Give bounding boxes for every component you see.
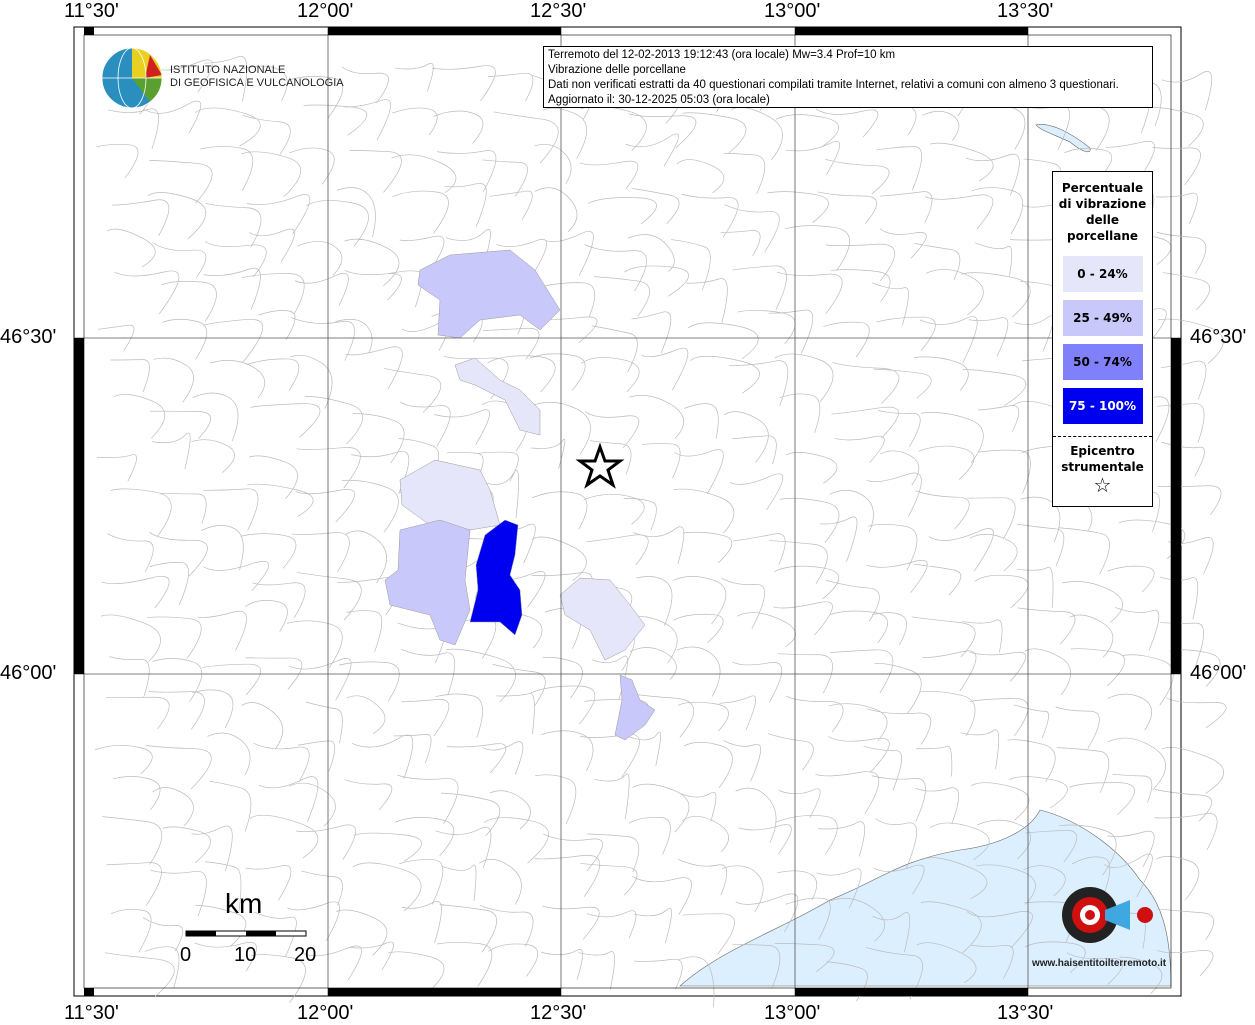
lat-label: 46°00' <box>1190 662 1247 684</box>
legend-title-line: delle <box>1085 213 1120 227</box>
legend-class: 75 - 100% <box>1062 388 1143 424</box>
brand-text[interactable]: www.haisentitoilterremoto.it <box>1032 958 1166 969</box>
legend-class: 25 - 49% <box>1062 300 1143 336</box>
event-info-box: Terremoto del 12-02-2013 19:12:43 (ora l… <box>543 46 1153 108</box>
logo-line: ISTITUTO NAZIONALE <box>170 64 286 76</box>
legend-epicenter-line: Epicentro <box>1070 444 1135 458</box>
legend: Percentuale di vibrazione delle porcella… <box>1052 171 1153 507</box>
scale-tick: 0 <box>180 944 192 966</box>
lon-label: 11°30' <box>64 1002 119 1024</box>
update-time: Aggiornato il: 30-12-2025 05:03 (ora loc… <box>548 94 770 106</box>
lon-label: 12°30' <box>530 1002 587 1024</box>
lon-label: 13°00' <box>764 0 821 22</box>
lon-label: 13°30' <box>997 0 1054 22</box>
lat-label: 46°30' <box>0 326 57 348</box>
map-canvas[interactable] <box>0 0 1255 1024</box>
scale-tick: 10 <box>234 944 257 966</box>
legend-class: 50 - 74% <box>1062 344 1143 380</box>
event-title: Terremoto del 12-02-2013 19:12:43 (ora l… <box>548 49 896 61</box>
scale-bar <box>185 930 307 937</box>
ingv-logo-icon <box>101 47 163 109</box>
scale-tick: 20 <box>294 944 317 966</box>
map-subject: Vibrazione delle porcellane <box>548 64 686 76</box>
lon-label: 13°00' <box>764 1002 821 1024</box>
lon-label: 12°00' <box>297 0 354 22</box>
lon-label: 12°30' <box>530 0 587 22</box>
logo-line: DI GEOFISICA E VULCANOLOGIA <box>170 77 344 89</box>
legend-title-line: di vibrazione <box>1058 197 1147 211</box>
legend-title: Percentuale di vibrazione delle porcella… <box>1053 180 1152 244</box>
lon-label: 12°00' <box>297 1002 354 1024</box>
lon-label: 13°30' <box>997 1002 1054 1024</box>
data-note: Dati non verificati estratti da 40 quest… <box>548 79 1119 91</box>
ingv-logo-text: ISTITUTO NAZIONALE DI GEOFISICA E VULCAN… <box>170 64 344 90</box>
legend-class: 0 - 24% <box>1062 256 1143 292</box>
legend-epicenter: Epicentro strumentale ☆ <box>1053 436 1152 497</box>
star-icon: ☆ <box>1093 473 1112 497</box>
lat-label: 46°00' <box>0 662 57 684</box>
lon-label: 11°30' <box>64 0 119 22</box>
scale-unit: km <box>225 888 263 919</box>
legend-title-line: porcellane <box>1066 229 1138 243</box>
legend-title-line: Percentuale <box>1061 181 1144 195</box>
lat-label: 46°30' <box>1190 326 1247 348</box>
